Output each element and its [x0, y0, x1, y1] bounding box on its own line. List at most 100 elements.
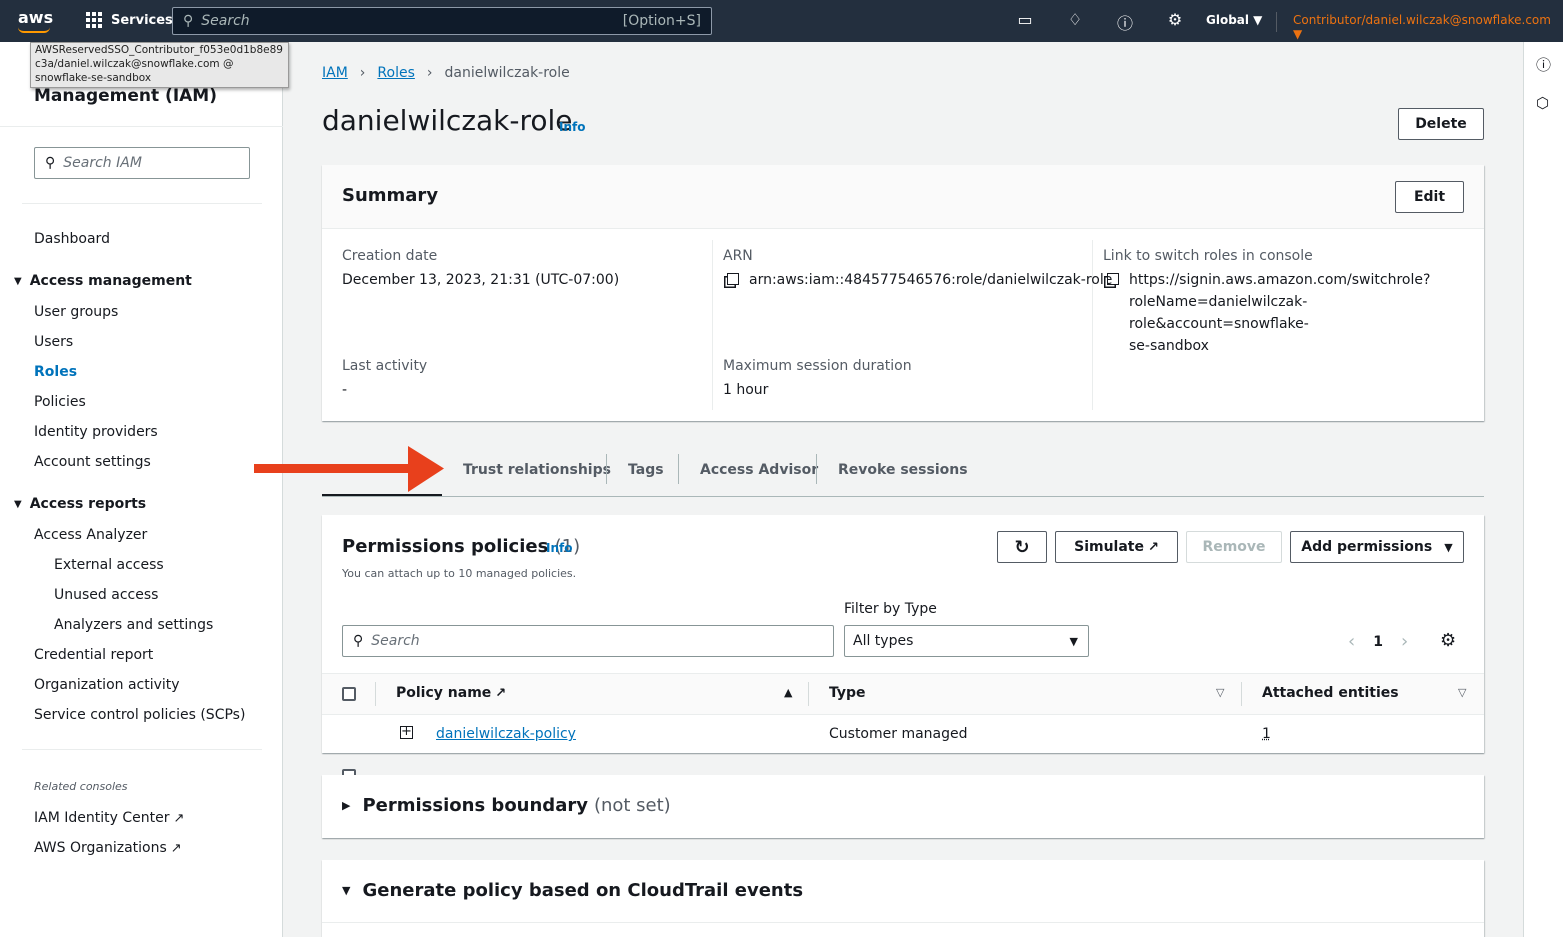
sidebar-search-input[interactable]: ⚲ Search IAM: [34, 147, 250, 179]
delete-button[interactable]: Delete: [1398, 108, 1484, 140]
sort-icon[interactable]: ▽: [1216, 686, 1224, 699]
switch-role-url: roleName=danielwilczak-role&account=snow…: [1129, 294, 1309, 332]
sidebar-item-organization-activity[interactable]: Organization activity: [34, 677, 180, 693]
page-info-link[interactable]: Info: [559, 120, 585, 134]
breadcrumb: IAM › Roles › danielwilczak-role: [322, 65, 570, 81]
max-session-value: 1 hour: [723, 382, 769, 398]
sidebar-item-user-groups[interactable]: User groups: [34, 304, 118, 320]
sidebar-item-scps[interactable]: Service control policies (SCPs): [34, 707, 245, 723]
column-header-policy-name[interactable]: Policy name ↗: [396, 685, 506, 701]
hexagon-icon[interactable]: ⬡: [1536, 94, 1549, 112]
column-divider: [1092, 240, 1093, 410]
account-menu[interactable]: Contributor/daniel.wilczak@snowflake.com…: [1293, 13, 1563, 41]
external-link-icon: ↗: [173, 811, 185, 826]
breadcrumb-iam[interactable]: IAM: [322, 65, 348, 81]
last-activity-label: Last activity: [342, 358, 428, 374]
chevron-right-icon[interactable]: ›: [1401, 631, 1408, 652]
sort-ascending-icon[interactable]: ▲: [784, 686, 792, 699]
copy-icon[interactable]: [727, 273, 739, 285]
switch-role-link-label: Link to switch roles in console: [1103, 248, 1313, 264]
section-label: Access management: [29, 273, 192, 289]
sidebar-item-access-analyzer[interactable]: Access Analyzer: [34, 527, 147, 543]
sidebar-item-unused-access[interactable]: Unused access: [54, 587, 158, 603]
sidebar-section-access-reports[interactable]: ▼ Access reports: [14, 496, 146, 512]
permissions-boundary-header[interactable]: ▶ Permissions boundary (not set): [342, 795, 671, 816]
caret-down-icon: ▼: [1444, 540, 1453, 554]
region-selector[interactable]: Global ▼: [1206, 13, 1262, 27]
sidebar-item-policies[interactable]: Policies: [34, 394, 86, 410]
sidebar-item-identity-providers[interactable]: Identity providers: [34, 424, 158, 440]
remove-button[interactable]: Remove: [1186, 531, 1282, 563]
column-header-type[interactable]: Type: [829, 685, 866, 701]
sidebar-item-organizations[interactable]: AWS Organizations ↗: [34, 840, 182, 856]
info-panel-icon[interactable]: ⓘ: [1536, 54, 1551, 75]
policy-name-link[interactable]: danielwilczak-policy: [436, 726, 576, 742]
summary-header: Summary Edit: [322, 165, 1484, 229]
divider: [322, 922, 1484, 923]
column-divider: [375, 682, 376, 706]
tab-tags[interactable]: Tags: [628, 462, 664, 478]
services-label: Services: [111, 12, 173, 28]
select-all-checkbox[interactable]: [342, 687, 356, 701]
permissions-boundary-status: (not set): [593, 795, 671, 816]
arn-value: arn:aws:iam::484577546576:role/danielwil…: [727, 269, 1112, 291]
sidebar-item-credential-report[interactable]: Credential report: [34, 647, 153, 663]
switch-role-url: se-sandbox: [1129, 338, 1209, 354]
sidebar-section-access-management[interactable]: ▼ Access management: [14, 273, 192, 289]
chevron-right-icon: ›: [359, 65, 366, 81]
chevron-left-icon[interactable]: ‹: [1348, 631, 1355, 652]
permissions-policies-panel: Permissions policies (1) Info You can at…: [322, 515, 1484, 783]
sidebar-item-roles[interactable]: Roles: [34, 364, 77, 380]
summary-title: Summary: [342, 185, 439, 206]
sidebar-item-analyzers-settings[interactable]: Analyzers and settings: [54, 617, 213, 633]
tab-access-advisor[interactable]: Access Advisor: [700, 462, 818, 478]
sort-icon[interactable]: ▽: [1458, 686, 1466, 699]
switch-role-link-value: https://signin.aws.amazon.com/switchrole…: [1107, 269, 1484, 357]
tab-revoke-sessions[interactable]: Revoke sessions: [838, 462, 968, 478]
cloudtrail-header[interactable]: ▼ Generate policy based on CloudTrail ev…: [342, 880, 803, 901]
global-search-input[interactable]: ⚲ Search [Option+S]: [172, 7, 712, 35]
account-tooltip: AWSReservedSSO_Contributor_f053e0d1b8e89…: [30, 42, 289, 88]
page-number[interactable]: 1: [1373, 634, 1383, 650]
sidebar-item-users[interactable]: Users: [34, 334, 73, 350]
help-icon[interactable]: ⓘ: [1100, 10, 1150, 34]
sidebar-item-dashboard[interactable]: Dashboard: [34, 231, 110, 247]
simulate-button[interactable]: Simulate ↗: [1055, 531, 1178, 563]
add-permissions-button[interactable]: Add permissions ▼: [1290, 531, 1464, 563]
sidebar-item-external-access[interactable]: External access: [54, 557, 164, 573]
table-settings-icon[interactable]: ⚙: [1440, 630, 1456, 651]
permissions-boundary-title: Permissions boundary: [362, 795, 588, 816]
add-permissions-label: Add permissions: [1301, 539, 1433, 555]
column-divider: [1241, 682, 1242, 706]
copy-icon[interactable]: [1107, 273, 1119, 285]
global-search-placeholder: Search: [201, 13, 250, 29]
settings-icon[interactable]: ⚙: [1150, 10, 1200, 34]
pagination: ‹ 1 ›: [1348, 631, 1408, 652]
column-divider: [712, 240, 713, 410]
edit-button[interactable]: Edit: [1395, 181, 1464, 213]
policy-type: Customer managed: [829, 726, 968, 742]
breadcrumb-roles[interactable]: Roles: [377, 65, 414, 81]
filter-type-select[interactable]: All types ▼: [844, 625, 1089, 657]
tab-trust-relationships[interactable]: Trust relationships: [463, 462, 611, 478]
page-title: danielwilczak-role: [322, 104, 573, 137]
column-header-attached-entities[interactable]: Attached entities: [1262, 685, 1399, 701]
aws-logo[interactable]: aws: [18, 8, 53, 27]
simulate-label: Simulate: [1074, 539, 1144, 555]
tabs-underline: [322, 496, 1484, 497]
expand-icon[interactable]: +: [400, 725, 413, 739]
arn-text: arn:aws:iam::484577546576:role/danielwil…: [749, 272, 1113, 288]
permissions-boundary-panel[interactable]: ▶ Permissions boundary (not set): [322, 775, 1484, 838]
bell-icon[interactable]: ♢: [1050, 10, 1100, 34]
cloudshell-icon[interactable]: ▭: [1000, 10, 1050, 34]
permissions-info-link[interactable]: Info: [546, 541, 572, 555]
sidebar-item-identity-center[interactable]: IAM Identity Center ↗: [34, 810, 184, 826]
attached-entities-count[interactable]: 1: [1262, 726, 1271, 742]
services-menu[interactable]: Services: [86, 12, 173, 28]
sidebar-title: Management (IAM): [34, 86, 217, 106]
policy-search-input[interactable]: ⚲ Search: [342, 625, 834, 657]
sidebar-item-account-settings[interactable]: Account settings: [34, 454, 151, 470]
caret-down-icon: ▼: [1069, 634, 1078, 648]
refresh-icon: ↻: [1014, 536, 1030, 558]
refresh-button[interactable]: ↻: [997, 531, 1047, 563]
